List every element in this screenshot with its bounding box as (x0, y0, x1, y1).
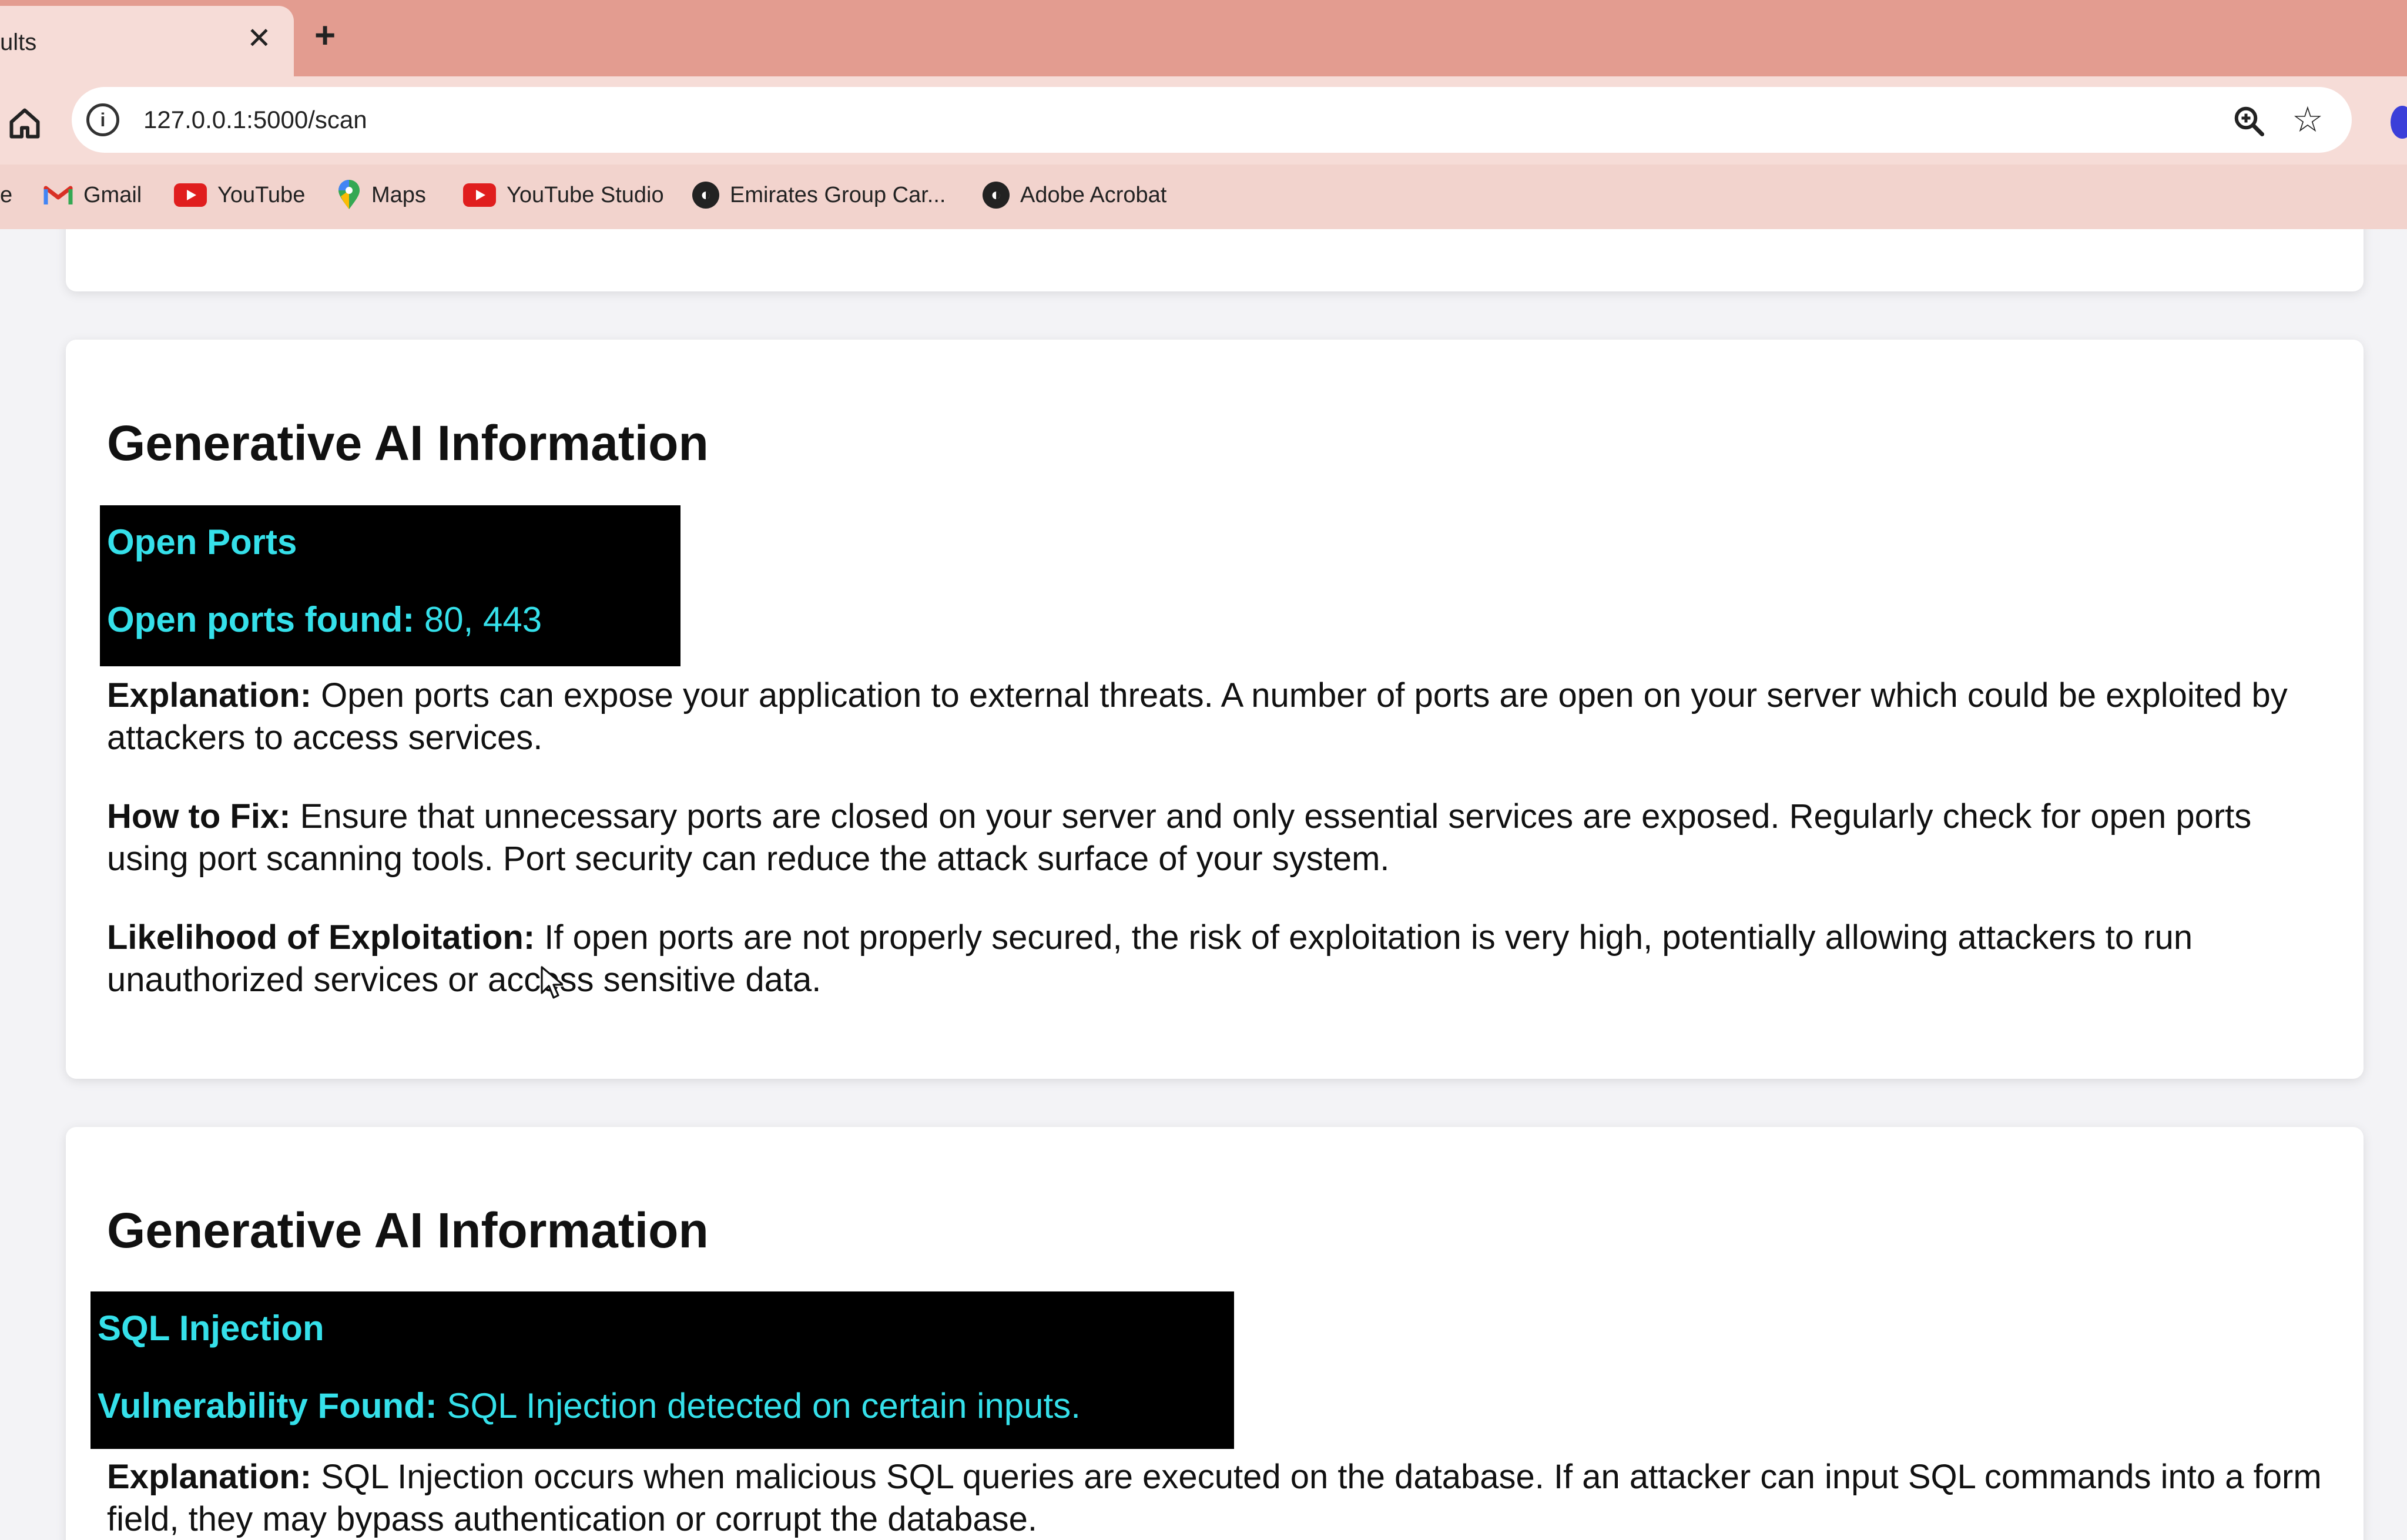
finding-line: Open ports found: 80, 443 (107, 599, 542, 640)
bookmark-star-icon[interactable]: ☆ (2292, 102, 2324, 137)
bookmark-item[interactable]: e (0, 177, 12, 213)
explanation-label: Explanation: (107, 1458, 312, 1496)
fix-label: How to Fix: (107, 797, 291, 836)
bookmark-adobe-acrobat[interactable]: ◐ Adobe Acrobat (983, 177, 1166, 213)
finding-box: SQL Injection Vulnerability Found: SQL I… (90, 1291, 1234, 1449)
bookmark-label: Emirates Group Car... (730, 182, 946, 207)
youtube-icon (174, 183, 207, 207)
gmail-icon (43, 186, 73, 204)
bookmark-youtube[interactable]: YouTube (174, 177, 305, 213)
finding-heading: Open Ports (107, 522, 297, 562)
ai-info-card: Generative AI Information SQL Injection … (66, 1127, 2364, 1540)
tab-title: ults (0, 29, 37, 55)
browser-toolbar: i 127.0.0.1:5000/scan ☆ (0, 76, 2407, 165)
tab-strip: ults ✕ + (0, 0, 2407, 76)
youtube-studio-icon (463, 183, 496, 207)
mouse-cursor-icon (541, 966, 563, 999)
previous-card (66, 229, 2364, 291)
likelihood-label: Likelihood of Exploitation: (107, 918, 535, 957)
finding-value: 80, 443 (414, 600, 542, 639)
globe-icon: ◐ (692, 182, 719, 209)
address-bar[interactable]: i 127.0.0.1:5000/scan ☆ (72, 87, 2352, 153)
home-icon[interactable] (7, 106, 42, 141)
fix-text: Ensure that unnecessary ports are closed… (107, 797, 2252, 878)
finding-heading: SQL Injection (98, 1309, 324, 1348)
card-title: Generative AI Information (107, 415, 709, 471)
finding-line: Vulnerability Found: SQL Injection detec… (98, 1385, 1081, 1426)
bookmark-label: YouTube (217, 182, 306, 207)
bookmark-maps[interactable]: Maps (337, 177, 426, 213)
active-tab[interactable]: ults ✕ (0, 6, 294, 76)
close-tab-icon[interactable]: ✕ (247, 24, 271, 53)
finding-value: SQL Injection detected on certain inputs… (437, 1386, 1081, 1425)
bookmark-label: Gmail (83, 182, 142, 207)
url-text[interactable]: 127.0.0.1:5000/scan (143, 106, 367, 134)
site-info-icon[interactable]: i (86, 103, 119, 136)
finding-box: Open Ports Open ports found: 80, 443 (100, 505, 680, 666)
finding-label: Vulnerability Found: (98, 1386, 437, 1425)
finding-label: Open ports found: (107, 600, 415, 639)
how-to-fix-paragraph: How to Fix: Ensure that unnecessary port… (107, 796, 2340, 880)
bookmark-label: Maps (371, 182, 426, 207)
bookmark-label: YouTube Studio (507, 182, 664, 207)
bookmark-label: e (0, 182, 13, 207)
explanation-text: SQL Injection occurs when malicious SQL … (107, 1458, 2322, 1538)
page-content[interactable]: Generative AI Information Open Ports Ope… (0, 229, 2407, 1540)
bookmark-gmail[interactable]: Gmail (43, 177, 142, 213)
likelihood-paragraph: Likelihood of Exploitation: If open port… (107, 917, 2340, 1001)
bookmark-youtube-studio[interactable]: YouTube Studio (463, 177, 664, 213)
new-tab-button[interactable]: + (314, 18, 336, 54)
explanation-paragraph: Explanation: SQL Injection occurs when m… (107, 1456, 2340, 1540)
bookmark-label: Adobe Acrobat (1020, 182, 1167, 207)
ai-info-card: Generative AI Information Open Ports Ope… (66, 340, 2364, 1079)
card-title: Generative AI Information (107, 1203, 709, 1258)
bookmark-emirates[interactable]: ◐ Emirates Group Car... (692, 177, 946, 213)
bookmarks-bar: e Gmail YouTube Maps YouTube Studio ◐ Em… (0, 165, 2407, 229)
explanation-text: Open ports can expose your application t… (107, 676, 2288, 757)
explanation-paragraph: Explanation: Open ports can expose your … (107, 675, 2340, 759)
explanation-label: Explanation: (107, 676, 312, 714)
globe-icon: ◐ (983, 182, 1010, 209)
zoom-icon[interactable] (2231, 103, 2267, 139)
maps-icon (338, 180, 360, 209)
